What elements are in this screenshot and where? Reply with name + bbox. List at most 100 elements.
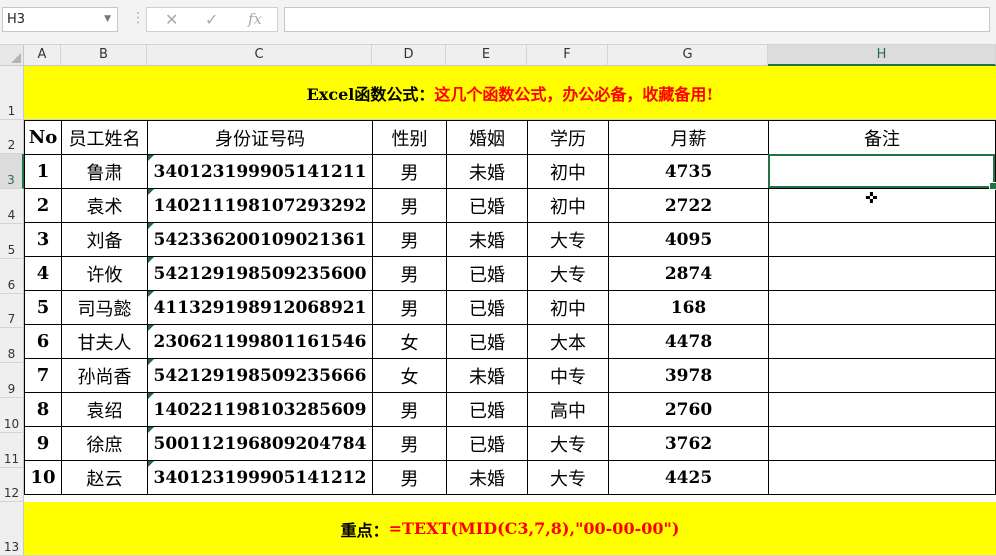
cell-remark[interactable]: [768, 222, 996, 257]
cell-marital[interactable]: 已婚: [446, 426, 528, 461]
header-marital[interactable]: 婚姻: [446, 120, 528, 155]
cell-id[interactable]: 230621199801161546: [147, 324, 373, 359]
cell-no[interactable]: 9: [24, 426, 62, 461]
header-name[interactable]: 员工姓名: [61, 120, 148, 155]
cell-no[interactable]: 7: [24, 358, 62, 393]
cell-remark[interactable]: [768, 256, 996, 291]
header-education[interactable]: 学历: [527, 120, 609, 155]
column-header-d[interactable]: D: [372, 45, 446, 66]
cell-salary[interactable]: 2722: [608, 188, 769, 223]
cell-marital[interactable]: 已婚: [446, 324, 528, 359]
row-header-5[interactable]: 5: [0, 224, 24, 259]
cell-remark[interactable]: [768, 426, 996, 461]
cell-name[interactable]: 孙尚香: [61, 358, 148, 393]
row-header-3[interactable]: 3: [0, 154, 24, 189]
cell-no[interactable]: 2: [24, 188, 62, 223]
cell-education[interactable]: 中专: [527, 358, 609, 393]
column-header-b[interactable]: B: [61, 45, 147, 66]
cell-id[interactable]: 340123199905141211: [147, 154, 373, 189]
cell-gender[interactable]: 男: [372, 290, 447, 325]
cell-no[interactable]: 3: [24, 222, 62, 257]
cell-remark[interactable]: [768, 324, 996, 359]
cell-remark[interactable]: [768, 460, 996, 495]
checkmark-icon[interactable]: ✓: [205, 10, 218, 29]
cell-gender[interactable]: 男: [372, 460, 447, 495]
row-header-4[interactable]: 4: [0, 189, 24, 224]
fill-handle[interactable]: [989, 182, 996, 190]
cell-salary[interactable]: 4095: [608, 222, 769, 257]
cell-name[interactable]: 袁绍: [61, 392, 148, 427]
cell-id[interactable]: 500112196809204784: [147, 426, 373, 461]
footer-banner[interactable]: 重点： =TEXT(MID(C3,7,8),"00-00-00"): [24, 502, 996, 556]
cell-name[interactable]: 司马懿: [61, 290, 148, 325]
cell-education[interactable]: 大本: [527, 324, 609, 359]
column-header-c[interactable]: C: [147, 45, 372, 66]
cell-gender[interactable]: 男: [372, 256, 447, 291]
cell-id[interactable]: 542336200109021361: [147, 222, 373, 257]
cell-name[interactable]: 赵云: [61, 460, 148, 495]
cell-name[interactable]: 袁术: [61, 188, 148, 223]
cell-salary[interactable]: 3978: [608, 358, 769, 393]
cell-marital[interactable]: 已婚: [446, 256, 528, 291]
cell-name[interactable]: 徐庶: [61, 426, 148, 461]
cell-gender[interactable]: 男: [372, 392, 447, 427]
cell-education[interactable]: 初中: [527, 188, 609, 223]
cell-education[interactable]: 初中: [527, 290, 609, 325]
column-header-e[interactable]: E: [446, 45, 527, 66]
row-header-10[interactable]: 10: [0, 398, 24, 433]
name-box[interactable]: H3 ▼: [2, 7, 118, 32]
formula-input[interactable]: [284, 7, 990, 32]
row-header-13[interactable]: 13: [0, 502, 24, 556]
header-id[interactable]: 身份证号码: [147, 120, 373, 155]
row-header-2[interactable]: 2: [0, 120, 24, 154]
cell-salary[interactable]: 4735: [608, 154, 769, 189]
cell-salary[interactable]: 2760: [608, 392, 769, 427]
cell-remark[interactable]: [768, 290, 996, 325]
cell-no[interactable]: 1: [24, 154, 62, 189]
cell-marital[interactable]: 未婚: [446, 460, 528, 495]
cell-marital[interactable]: 已婚: [446, 392, 528, 427]
cell-gender[interactable]: 女: [372, 358, 447, 393]
row-header-1[interactable]: 1: [0, 66, 24, 120]
cell-marital[interactable]: 未婚: [446, 358, 528, 393]
header-remark[interactable]: 备注: [768, 120, 996, 155]
cell-education[interactable]: 大专: [527, 256, 609, 291]
cell-education[interactable]: 高中: [527, 392, 609, 427]
active-cell-selection[interactable]: [768, 154, 996, 190]
column-header-h[interactable]: H: [768, 45, 996, 66]
cell-no[interactable]: 4: [24, 256, 62, 291]
cell-no[interactable]: 10: [24, 460, 62, 495]
cell-id[interactable]: 140211198107293292: [147, 188, 373, 223]
cell-gender[interactable]: 男: [372, 426, 447, 461]
cell-name[interactable]: 许攸: [61, 256, 148, 291]
cell-no[interactable]: 6: [24, 324, 62, 359]
cell-salary[interactable]: 4425: [608, 460, 769, 495]
cell-salary[interactable]: 3762: [608, 426, 769, 461]
cell-gender[interactable]: 女: [372, 324, 447, 359]
cell-id[interactable]: 140221198103285609: [147, 392, 373, 427]
header-no[interactable]: No: [24, 120, 62, 155]
cell-education[interactable]: 大专: [527, 426, 609, 461]
select-all-corner[interactable]: [0, 45, 24, 66]
cell-gender[interactable]: 男: [372, 222, 447, 257]
cell-no[interactable]: 5: [24, 290, 62, 325]
cell-salary[interactable]: 2874: [608, 256, 769, 291]
row-header-6[interactable]: 6: [0, 259, 24, 294]
cell-id[interactable]: 411329198912068921: [147, 290, 373, 325]
cell-gender[interactable]: 男: [372, 188, 447, 223]
cell-id[interactable]: 542129198509235600: [147, 256, 373, 291]
function-icon[interactable]: fx: [248, 10, 262, 28]
row-header-8[interactable]: 8: [0, 328, 24, 363]
cell-no[interactable]: 8: [24, 392, 62, 427]
column-header-f[interactable]: F: [527, 45, 608, 66]
header-gender[interactable]: 性别: [372, 120, 447, 155]
cell-id[interactable]: 340123199905141212: [147, 460, 373, 495]
row-header-11[interactable]: 11: [0, 433, 24, 468]
column-header-g[interactable]: G: [608, 45, 768, 66]
column-header-a[interactable]: A: [24, 45, 61, 66]
cell-name[interactable]: 刘备: [61, 222, 148, 257]
cell-education[interactable]: 大专: [527, 460, 609, 495]
chevron-down-icon[interactable]: ▼: [104, 8, 111, 31]
cell-remark[interactable]: [768, 358, 996, 393]
cancel-x-icon[interactable]: ✕: [165, 10, 178, 29]
